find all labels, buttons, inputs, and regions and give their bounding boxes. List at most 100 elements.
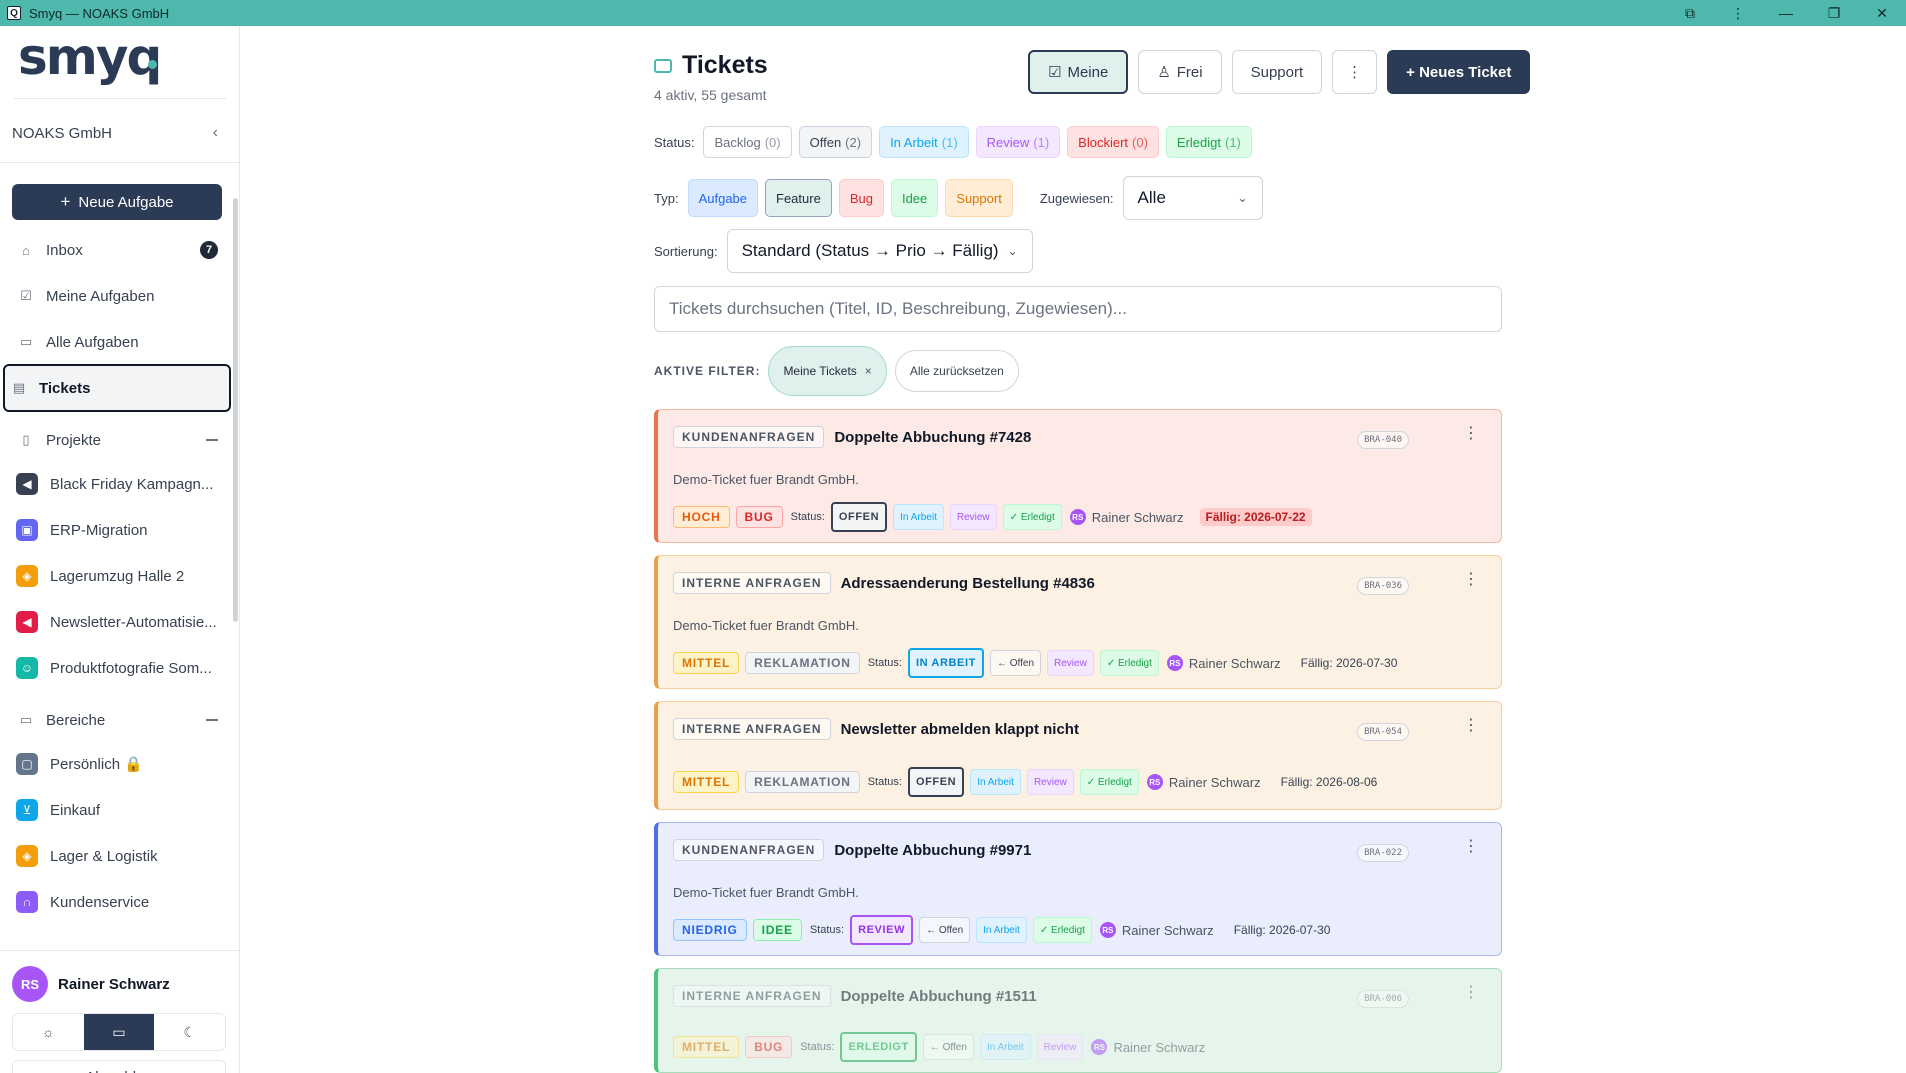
status-option[interactable]: In Arbeit xyxy=(979,1034,1031,1060)
current-status[interactable]: IN ARBEIT xyxy=(907,648,984,678)
status-option[interactable]: ✓ Erledigt xyxy=(1002,504,1062,530)
more-options-icon[interactable]: ⋮ xyxy=(1463,426,1479,442)
more-options-icon[interactable]: ⋮ xyxy=(1332,50,1378,94)
status-option[interactable]: ← Offen xyxy=(919,917,971,943)
status-option[interactable]: ✓ Erledigt xyxy=(1079,769,1139,795)
sidebar-divider xyxy=(0,162,240,163)
priority-badge: MITTEL xyxy=(673,1036,740,1058)
sidebar-item-my-tasks[interactable]: ☑ Meine Aufgaben xyxy=(12,274,226,318)
monitor-icon[interactable]: ▭ xyxy=(83,1014,155,1050)
sort-label: Sortierung: xyxy=(654,243,718,259)
check-square-icon: ☑ xyxy=(1048,64,1062,81)
sidebar-project[interactable]: ▣ ERP-Migration xyxy=(12,512,226,548)
status-chip-open[interactable]: Offen (2) xyxy=(798,126,873,158)
sidebar-item-all-tasks[interactable]: ▭ Alle Aufgaben xyxy=(12,320,226,364)
due-date: Fällig: 2026-07-30 xyxy=(1300,656,1398,670)
assigned-select[interactable]: Alle ⌄ xyxy=(1122,176,1263,220)
active-filter-pill[interactable]: Meine Tickets × xyxy=(768,346,887,396)
type-chip-support[interactable]: Support xyxy=(945,179,1013,217)
status-option[interactable]: ← Offen xyxy=(989,650,1042,676)
sidebar-project[interactable]: ◀ Black Friday Kampagn... xyxy=(12,466,226,502)
ticket-title[interactable]: Doppelte Abbuchung #7428 xyxy=(834,429,1031,446)
status-option[interactable]: Review xyxy=(1036,1034,1084,1060)
status-option[interactable]: ✓ Erledigt xyxy=(1032,917,1092,943)
status-option[interactable]: Review xyxy=(1047,650,1094,676)
support-button[interactable]: Support xyxy=(1231,50,1323,94)
projects-section-header[interactable]: ▯ Projekte xyxy=(12,427,218,453)
status-chip-done[interactable]: Erledigt (1) xyxy=(1165,126,1252,158)
type-badge: IDEE xyxy=(752,919,802,941)
status-option[interactable]: Review xyxy=(1026,769,1074,795)
status-option[interactable]: Review xyxy=(949,504,997,530)
sun-icon[interactable]: ☼ xyxy=(13,1014,84,1050)
current-status[interactable]: ERLEDIGT xyxy=(840,1032,917,1062)
search-input[interactable]: Tickets durchsuchen (Titel, ID, Beschrei… xyxy=(654,286,1502,332)
type-chip-idea[interactable]: Idee xyxy=(890,179,939,217)
status-chip-review[interactable]: Review (1) xyxy=(975,126,1061,158)
collapse-icon[interactable] xyxy=(206,719,218,721)
current-status[interactable]: REVIEW xyxy=(850,915,914,945)
status-option[interactable]: In Arbeit xyxy=(970,769,1021,795)
ticket-title[interactable]: Adressaenderung Bestellung #4836 xyxy=(841,575,1095,592)
chip-label: Offen xyxy=(809,134,842,150)
ticket-card[interactable]: INTERNE ANFRAGEN Adressaenderung Bestell… xyxy=(654,555,1502,689)
more-options-icon[interactable]: ⋮ xyxy=(1463,572,1479,588)
sort-select[interactable]: Standard (Status → Prio → Fällig) ⌄ xyxy=(726,229,1033,273)
ticket-title[interactable]: Doppelte Abbuchung #9971 xyxy=(834,842,1031,859)
ticket-title[interactable]: Doppelte Abbuchung #1511 xyxy=(841,988,1037,1005)
ticket-title[interactable]: Newsletter abmelden klappt nicht xyxy=(841,721,1079,738)
sidebar-area[interactable]: ∩ Kundenservice xyxy=(12,884,226,920)
new-ticket-button[interactable]: + Neues Ticket xyxy=(1387,50,1531,94)
sidebar-scrollbar[interactable] xyxy=(233,198,238,622)
sidebar-project[interactable]: ◀ Newsletter-Automatisie... xyxy=(12,604,226,640)
ticket-card[interactable]: KUNDENANFRAGEN Doppelte Abbuchung #9971 … xyxy=(654,822,1502,956)
status-option[interactable]: In Arbeit xyxy=(893,504,944,530)
sidebar-area[interactable]: ⊻ Einkauf xyxy=(12,792,226,828)
status-label: Status: xyxy=(867,776,902,788)
current-status[interactable]: OFFEN xyxy=(830,502,888,532)
type-chip-feature[interactable]: Feature xyxy=(765,179,832,217)
more-options-icon[interactable]: ⋮ xyxy=(1463,985,1479,1001)
close-icon[interactable]: ✕ xyxy=(1858,0,1906,26)
type-chip-bug[interactable]: Bug xyxy=(838,179,884,217)
new-task-label: Neue Aufgabe xyxy=(78,193,174,211)
sidebar-project[interactable]: ◈ Lagerumzug Halle 2 xyxy=(12,558,226,594)
status-option[interactable]: ← Offen xyxy=(922,1034,974,1060)
more-options-icon[interactable]: ⋮ xyxy=(1463,839,1479,855)
moon-icon[interactable]: ☾ xyxy=(154,1014,225,1050)
sidebar-divider xyxy=(0,950,240,951)
sidebar-item-tickets[interactable]: ▤ Tickets xyxy=(3,364,231,412)
new-task-button[interactable]: + Neue Aufgabe xyxy=(12,184,222,220)
areas-section-header[interactable]: ▭ Bereiche xyxy=(12,707,218,733)
logo[interactable]: smyq xyxy=(18,32,162,82)
sidebar-area[interactable]: ▢ Persönlich 🔒 xyxy=(12,746,226,782)
more-options-icon[interactable]: ⋮ xyxy=(1463,718,1479,734)
reset-filters-button[interactable]: Alle zurücksetzen xyxy=(894,350,1019,392)
logout-button[interactable]: Abmelden xyxy=(12,1060,226,1073)
current-status[interactable]: OFFEN xyxy=(907,767,965,797)
collapse-icon[interactable] xyxy=(206,439,218,441)
collapse-sidebar-icon[interactable]: ‹ xyxy=(213,124,218,142)
user-profile[interactable]: RS Rainer Schwarz xyxy=(12,966,226,1002)
org-switcher[interactable]: NOAKS GmbH ‹ xyxy=(12,120,218,146)
type-chip-task[interactable]: Aufgabe xyxy=(687,179,759,217)
status-option[interactable]: In Arbeit xyxy=(976,917,1027,943)
minimize-icon[interactable]: — xyxy=(1762,0,1810,26)
ticket-card[interactable]: INTERNE ANFRAGEN Newsletter abmelden kla… xyxy=(654,701,1502,810)
ticket-card[interactable]: INTERNE ANFRAGEN Doppelte Abbuchung #151… xyxy=(654,968,1502,1073)
sidebar-area[interactable]: ◈ Lager & Logistik xyxy=(12,838,226,874)
status-option[interactable]: ✓ Erledigt xyxy=(1099,650,1159,676)
free-button[interactable]: ♙ Frei xyxy=(1138,50,1222,94)
status-chip-in-progress[interactable]: In Arbeit (1) xyxy=(879,126,969,158)
extensions-icon[interactable]: ⧉ xyxy=(1666,0,1714,26)
mine-button[interactable]: ☑ Meine xyxy=(1028,50,1129,94)
ticket-card[interactable]: KUNDENANFRAGEN Doppelte Abbuchung #7428 … xyxy=(654,409,1502,543)
menu-icon[interactable]: ⋮ xyxy=(1714,0,1762,26)
sidebar-item-inbox[interactable]: ⌂ Inbox 7 xyxy=(12,228,226,272)
restore-icon[interactable]: ❐ xyxy=(1810,0,1858,26)
status-chip-blocked[interactable]: Blockiert (0) xyxy=(1067,126,1159,158)
status-chip-backlog[interactable]: Backlog (0) xyxy=(703,126,792,158)
org-name: NOAKS GmbH xyxy=(12,124,113,142)
close-icon[interactable]: × xyxy=(865,364,872,378)
sidebar-project[interactable]: ☺ Produktfotografie Som... xyxy=(12,650,226,686)
